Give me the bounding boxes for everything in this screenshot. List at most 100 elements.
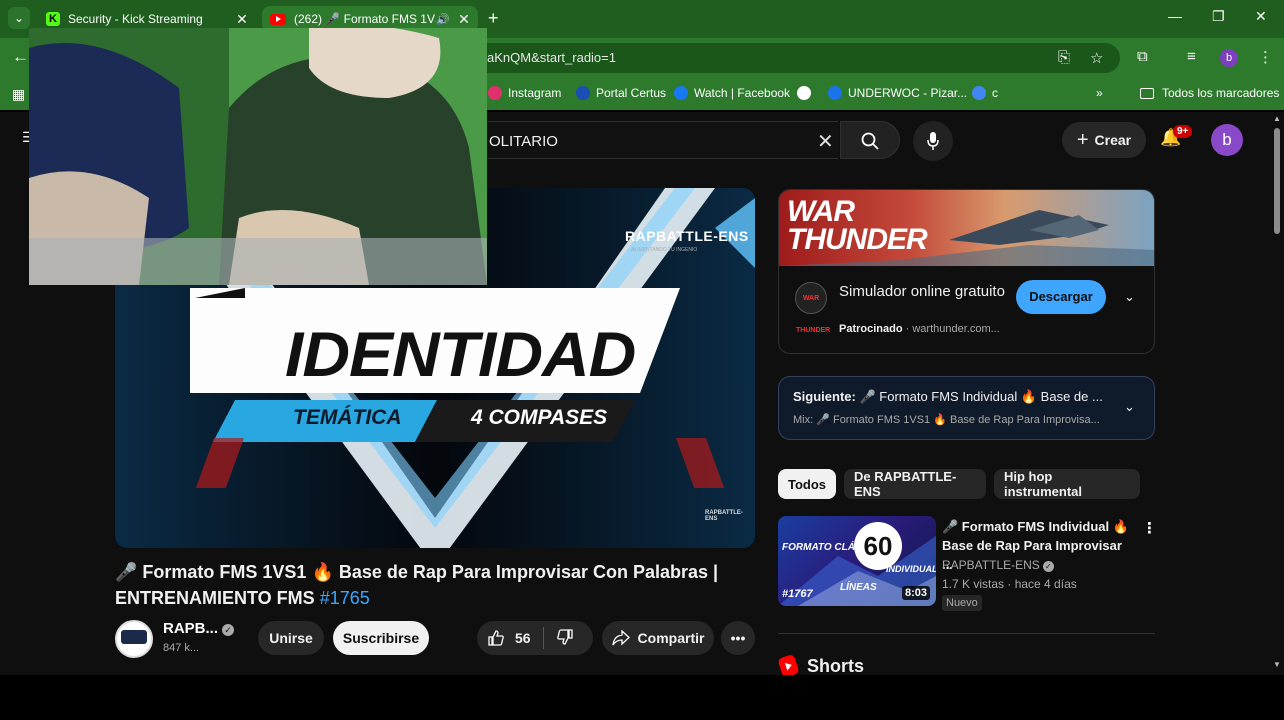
ad-advertiser-logo[interactable]: WAR THUNDER [795, 282, 830, 334]
up-next-video: 🎤 Formato FMS Individual 🔥 Base de ... [859, 389, 1103, 404]
more-vertical-icon[interactable]: ⋮ [1142, 519, 1157, 537]
video-duration: 8:03 [902, 586, 931, 600]
search-icon [861, 132, 879, 150]
channel-avatar[interactable] [115, 620, 153, 658]
ad-meta: Patrocinado · warthunder.com... [839, 323, 1000, 335]
channel-name[interactable]: RAPB... [163, 620, 218, 637]
thumbs-up-icon [488, 630, 504, 646]
bookmarks-overflow[interactable]: » [1096, 86, 1103, 100]
section-divider [778, 633, 1155, 634]
chip-hip-hop[interactable]: Hip hop instrumental [994, 469, 1140, 499]
youtube-icon [270, 13, 286, 25]
chevron-down-icon[interactable]: ⌄ [1124, 289, 1135, 305]
bookmark-facebook-watch[interactable]: Watch | Facebook [674, 86, 790, 100]
back-arrow-icon[interactable]: ← [12, 47, 29, 67]
bookmark-instagram[interactable]: Instagram [488, 86, 561, 100]
subscribe-button[interactable]: Suscribirse [333, 621, 429, 655]
channel-logo-text: RAPBATTLE-ENS [625, 228, 749, 244]
mix-subtitle: Mix: 🎤 Formato FMS 1VS1 🔥 Base de Rap Pa… [793, 414, 1100, 426]
bookmark-portal-certus[interactable]: Portal Certus [576, 86, 666, 100]
bookmark-star-icon[interactable]: ☆ [1090, 49, 1103, 67]
more-actions-button[interactable]: ••• [721, 621, 755, 655]
page-scrollbar[interactable]: ▲ ▼ [1270, 112, 1284, 675]
bookmark-label: UNDERWOC - Pizar... [848, 86, 968, 100]
webcam-overlay [29, 28, 487, 285]
up-next-label: Siguiente: [793, 389, 856, 404]
all-bookmarks[interactable]: Todos los marcadores [1140, 86, 1279, 100]
voice-search-button[interactable] [913, 121, 953, 161]
bookmark-label: Watch | Facebook [694, 86, 791, 100]
create-button[interactable]: + Crear [1062, 122, 1146, 158]
like-divider [542, 627, 544, 649]
recommendation-channel-name: RAPBATTLE-ENS [942, 558, 1040, 572]
profile-avatar[interactable]: b [1220, 49, 1238, 67]
close-icon[interactable]: ✕ [456, 11, 472, 28]
video-title-text: 🎤 Formato FMS 1VS1 🔥 Base de Rap Para Im… [115, 562, 719, 608]
screen-bottom-bar [0, 675, 1284, 720]
menu-icon[interactable]: ⋮ [1258, 48, 1273, 66]
translate-icon [972, 86, 986, 100]
thumbnail-number: 60 [854, 522, 902, 570]
thumbnail-tag-right: 4 COMPASES [471, 406, 608, 429]
sponsored-ad-card[interactable]: WAR THUNDER WAR THUNDER Simulador online… [778, 189, 1155, 354]
ad-banner-line-2: THUNDER [787, 223, 928, 256]
thumbnail-headline: IDENTIDAD [285, 318, 636, 390]
ad-banner-image[interactable]: WAR THUNDER [779, 190, 1154, 266]
search-button[interactable] [840, 121, 900, 159]
subscriber-count: 847 k... [163, 642, 200, 654]
new-tab-button[interactable]: + [488, 8, 499, 29]
download-button[interactable]: Descargar [1016, 280, 1106, 314]
chip-channel[interactable]: De RAPBATTLE-ENS [844, 469, 986, 499]
share-button[interactable]: Compartir [602, 621, 714, 655]
create-label: Crear [1094, 132, 1132, 148]
recommendation-channel[interactable]: RAPBATTLE-ENS ✓ [942, 558, 1054, 572]
minimize-icon[interactable]: — [1168, 8, 1182, 24]
close-window-icon[interactable]: ✕ [1255, 8, 1267, 25]
bookmark-underwoc[interactable]: UNDERWOC - Pizar... [828, 86, 967, 100]
facebook-icon [674, 86, 688, 100]
player-watermark: RAPBATTLE-ENS [705, 510, 743, 522]
close-icon[interactable]: ✕ [234, 11, 250, 28]
recommendation-stats: 1.7 K vistas · hace 4 días [942, 577, 1077, 591]
sponsored-label: Patrocinado [839, 323, 903, 335]
shorts-heading: Shorts [807, 656, 865, 676]
tab-search-button[interactable]: ⌄ [8, 7, 30, 29]
notifications-badge: 9+ [1173, 125, 1193, 138]
webcam-feed-image [29, 28, 487, 285]
up-next-card[interactable]: Siguiente: 🎤 Formato FMS Individual 🔥 Ba… [778, 376, 1155, 440]
scroll-up-arrow-icon[interactable]: ▲ [1273, 114, 1281, 123]
bookmark-globe[interactable] [797, 86, 817, 100]
bookmark-c[interactable]: c [972, 86, 998, 100]
thumbnail-lineas-label: LÍNEAS [840, 582, 877, 593]
scroll-down-arrow-icon[interactable]: ▼ [1273, 660, 1281, 669]
folder-icon [1140, 87, 1154, 99]
restore-icon[interactable]: ❐ [1212, 8, 1225, 25]
video-hashtag-link[interactable]: #1765 [320, 588, 370, 608]
install-app-icon[interactable]: ⎘ [1058, 49, 1070, 66]
like-button[interactable]: 56 [487, 629, 531, 647]
speaker-icon[interactable]: 🔊 [436, 13, 452, 26]
dislike-button[interactable] [556, 628, 574, 649]
join-button[interactable]: Unirse [258, 621, 324, 655]
share-label: Compartir [637, 630, 705, 646]
bookmark-label: c [992, 86, 998, 100]
clear-search-icon[interactable]: ✕ [817, 129, 834, 154]
search-input[interactable]: OLITARIO ✕ [486, 121, 838, 159]
apps-grid-icon[interactable]: ▦ [12, 86, 25, 103]
up-next-title: Siguiente: 🎤 Formato FMS Individual 🔥 Ba… [793, 389, 1103, 405]
ad-title[interactable]: Simulador online gratuito [839, 281, 1009, 302]
video-title: 🎤 Formato FMS 1VS1 🔥 Base de Rap Para Im… [115, 559, 735, 611]
all-bookmarks-label: Todos los marcadores [1162, 86, 1280, 100]
address-text: aKnQM&start_radio=1 [487, 50, 616, 65]
canva-icon [828, 86, 842, 100]
scrollbar-thumb[interactable] [1274, 128, 1280, 234]
tab-title: Security - Kick Streaming [68, 12, 203, 26]
chip-todos[interactable]: Todos [778, 469, 836, 499]
media-control-icon[interactable]: ≡ [1187, 48, 1196, 65]
thumbnail-tag-left: TEMÁTICA [293, 406, 402, 429]
chevron-down-icon[interactable]: ⌄ [1124, 399, 1135, 415]
account-avatar[interactable]: b [1211, 124, 1243, 156]
share-arrow-icon [611, 630, 630, 646]
extensions-icon[interactable]: ⧉ [1137, 48, 1148, 65]
recommendation-thumbnail[interactable]: FORMATO CLÁSICO 60 INDIVIDUAL LÍNEAS #17… [778, 516, 936, 606]
